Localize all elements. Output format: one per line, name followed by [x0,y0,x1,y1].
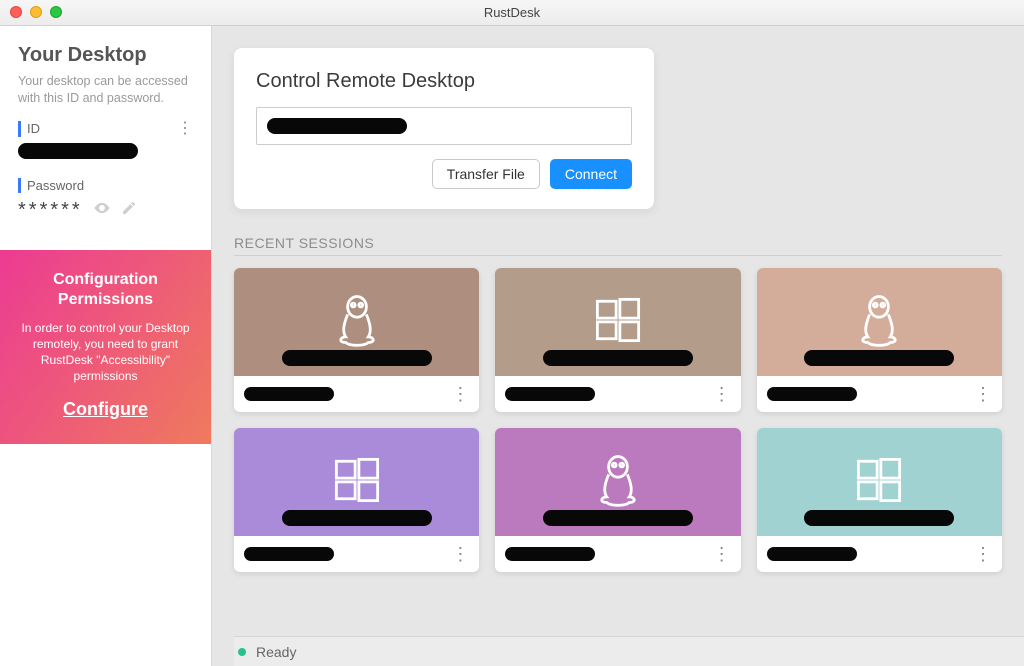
transfer-file-button[interactable]: Transfer File [432,159,540,189]
recent-sessions-grid: ⋮ ⋮ ⋮ ⋮ ⋮ ⋮ [234,268,1002,572]
divider [234,255,1002,256]
status-bar: Ready [234,636,1024,666]
windows-icon [327,450,387,515]
configure-link[interactable]: Configure [63,399,148,419]
main: Control Remote Desktop Transfer File Con… [212,26,1024,666]
window-controls [10,6,62,18]
session-art [495,268,740,376]
more-vert-icon[interactable]: ⋮ [713,545,731,563]
password-mask: ****** [18,199,83,222]
session-host-label [804,350,954,366]
close-icon[interactable] [10,6,22,18]
session-art [495,428,740,536]
linux-icon [588,450,648,515]
permissions-title: Configuration Permissions [14,270,197,310]
minimize-icon[interactable] [30,6,42,18]
windows-icon [588,290,648,355]
status-text: Ready [256,644,296,660]
windows-icon [849,450,909,515]
permissions-banner: Configuration Permissions In order to co… [0,250,211,444]
connect-button[interactable]: Connect [550,159,632,189]
session-tile[interactable]: ⋮ [757,268,1002,412]
window-title: RustDesk [484,5,540,20]
session-art [234,428,479,536]
session-tile[interactable]: ⋮ [495,428,740,572]
remote-id-value [267,118,407,134]
session-footer: ⋮ [234,376,479,412]
session-host-label [804,510,954,526]
own-password-field: Password ****** [18,178,193,222]
recent-heading: RECENT SESSIONS [234,235,1002,251]
sidebar-heading: Your Desktop [18,44,193,67]
session-tile[interactable]: ⋮ [757,428,1002,572]
more-vert-icon[interactable]: ⋮ [451,385,469,403]
pencil-icon[interactable] [121,200,137,221]
session-id-label [505,547,595,561]
more-vert-icon[interactable]: ⋮ [713,385,731,403]
linux-icon [849,290,909,355]
own-id-value [18,143,138,159]
eye-icon[interactable] [93,199,111,222]
session-tile[interactable]: ⋮ [495,268,740,412]
status-indicator-icon [238,648,246,656]
session-art [234,268,479,376]
linux-icon [327,290,387,355]
permissions-body: In order to control your Desktop remotel… [14,320,197,385]
session-footer: ⋮ [757,536,1002,572]
id-label: ID [27,121,40,136]
more-vert-icon[interactable]: ⋮ [451,545,469,563]
session-tile[interactable]: ⋮ [234,428,479,572]
more-vert-icon[interactable]: ⋮ [974,385,992,403]
titlebar: RustDesk [0,0,1024,26]
more-vert-icon[interactable]: ⋮ [177,121,193,137]
sidebar: Your Desktop Your desktop can be accesse… [0,26,212,666]
session-id-label [767,387,857,401]
more-vert-icon[interactable]: ⋮ [974,545,992,563]
session-id-label [505,387,595,401]
session-host-label [543,350,693,366]
control-card: Control Remote Desktop Transfer File Con… [234,48,654,209]
session-id-label [767,547,857,561]
remote-id-input[interactable] [256,107,632,145]
session-host-label [282,510,432,526]
sidebar-description: Your desktop can be accessed with this I… [18,73,193,107]
session-art [757,428,1002,536]
fullscreen-icon[interactable] [50,6,62,18]
session-art [757,268,1002,376]
session-id-label [244,547,334,561]
session-host-label [543,510,693,526]
own-id-field: ID ⋮ [18,121,193,164]
session-footer: ⋮ [495,536,740,572]
session-footer: ⋮ [234,536,479,572]
session-tile[interactable]: ⋮ [234,268,479,412]
session-footer: ⋮ [757,376,1002,412]
session-id-label [244,387,334,401]
session-footer: ⋮ [495,376,740,412]
control-title: Control Remote Desktop [256,70,632,93]
password-label: Password [27,178,84,193]
session-host-label [282,350,432,366]
